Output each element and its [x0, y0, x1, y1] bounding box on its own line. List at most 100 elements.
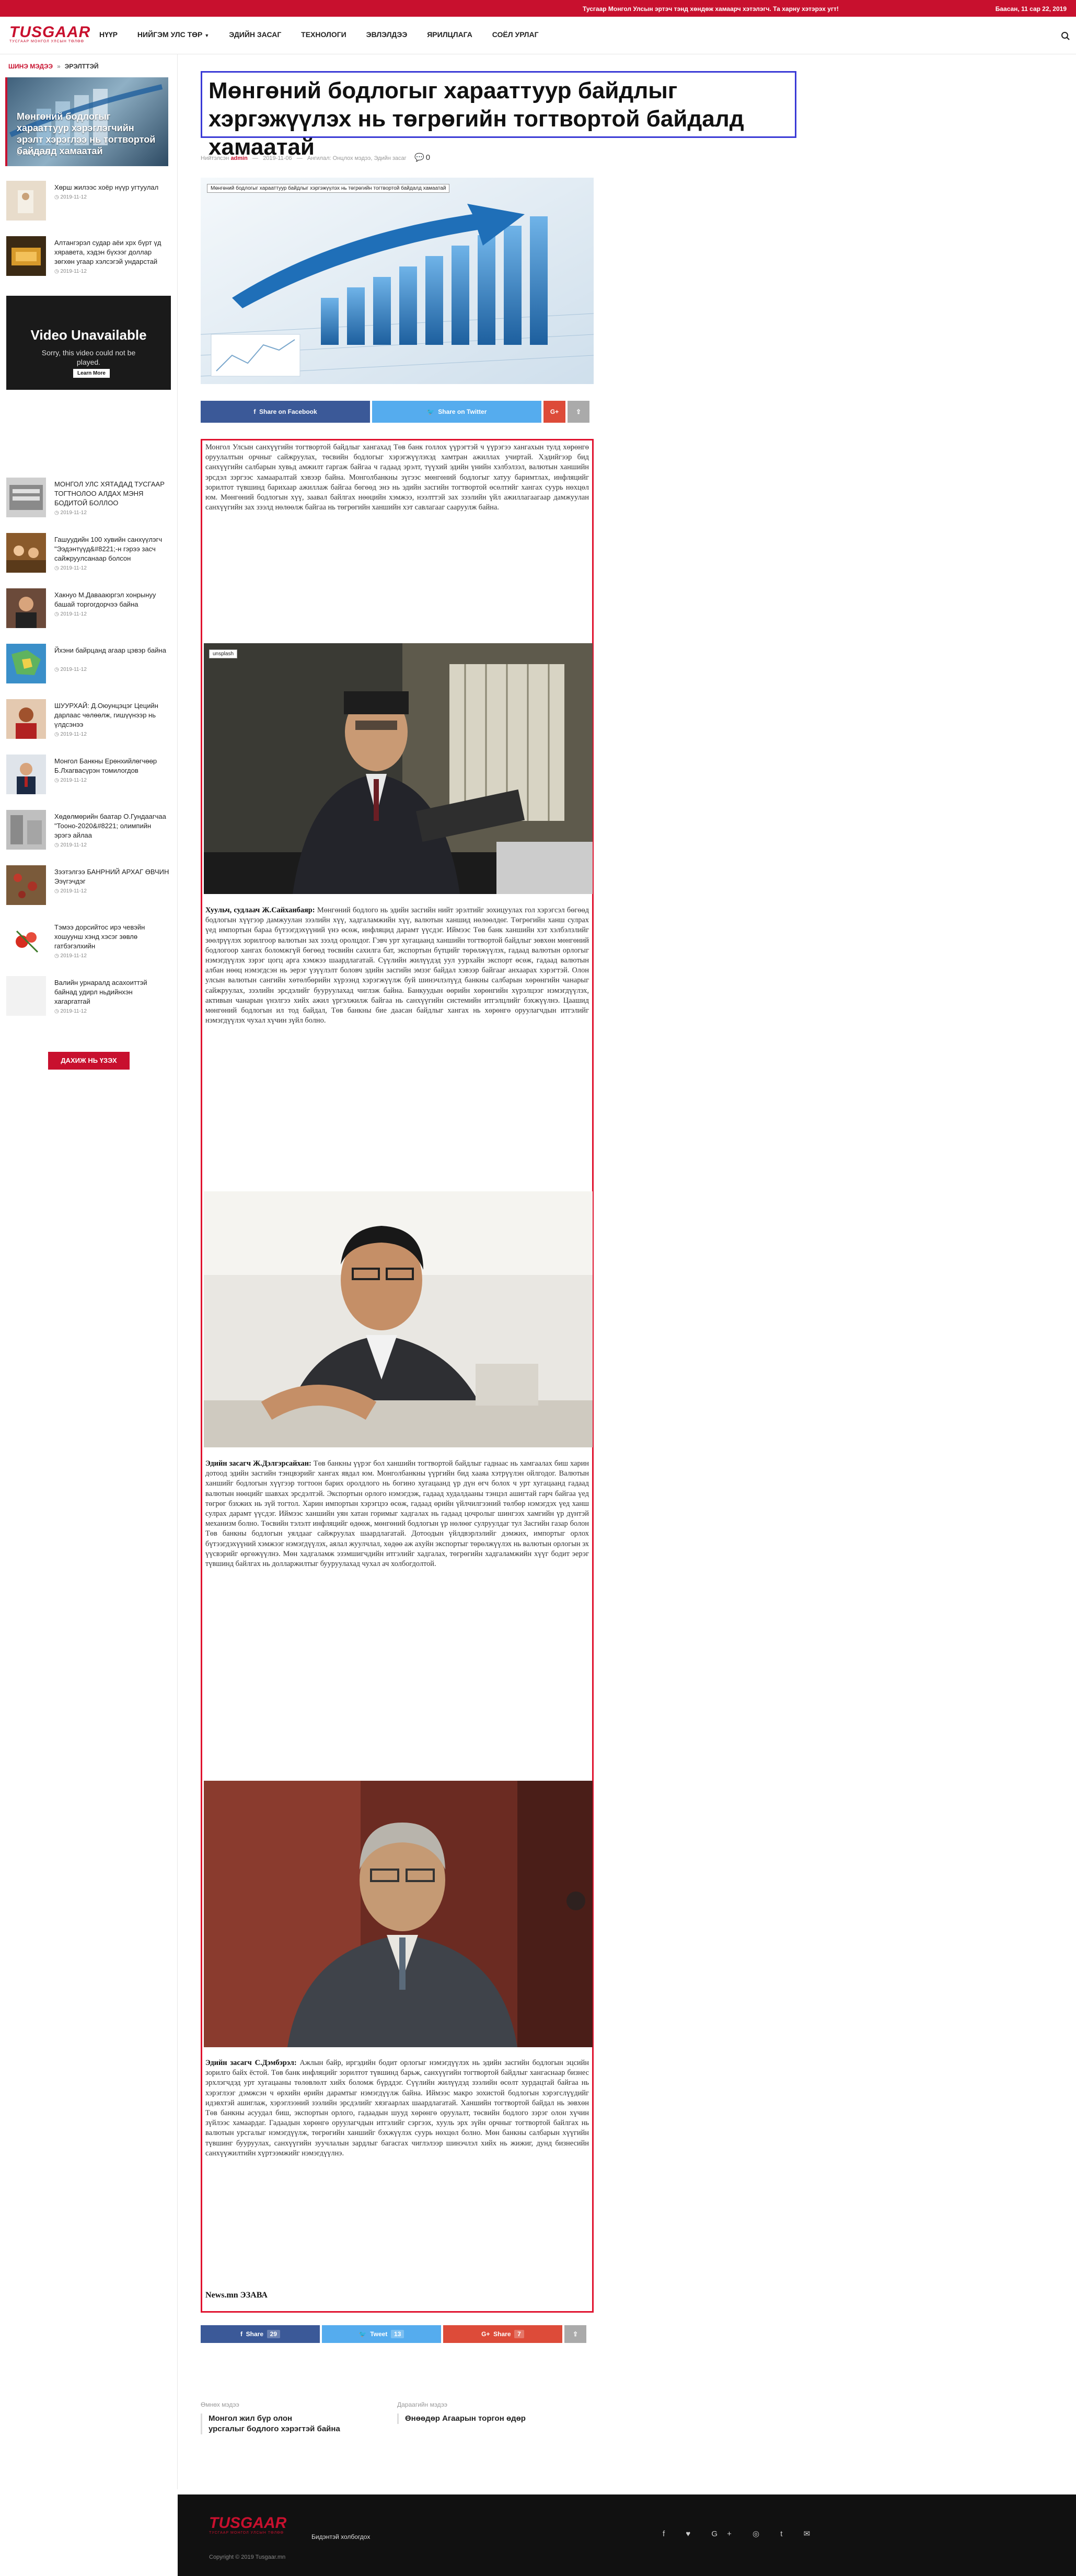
logo-wordmark: TUSGAAR [9, 24, 91, 41]
previous-post[interactable]: Өмнөх мэдээ Монгол жил бүр олон урсгалыг … [201, 2401, 378, 2434]
contact-link[interactable]: Бидэнтэй холбогдох [311, 2533, 370, 2540]
twitter-icon: 🐦 [358, 2330, 367, 2338]
post-thumbnail[interactable] [6, 755, 46, 794]
post-date: ◷ 2019-11-12 [54, 269, 87, 274]
author-link[interactable]: admin [230, 155, 247, 161]
post-date: ◷ 2019-11-12 [54, 510, 87, 516]
list-item[interactable]: МОНГОЛ УЛС ХЯТАДАД ТУСГААР ТОГТНОЛОО АЛД… [6, 478, 173, 519]
list-item[interactable]: Гашуудийн 100 хувийн санхүүлэгч "Ээдэнтү… [6, 533, 173, 575]
nav-item-home[interactable]: НҮҮР [99, 30, 118, 39]
post-thumbnail[interactable] [6, 976, 46, 1016]
video-embed[interactable]: Video Unavailable Sorry, this video coul… [6, 296, 171, 390]
post-date-text: 2019-11-12 [60, 667, 87, 672]
footer-social-icons[interactable]: f ♥ G+ ◎ t ✉ [663, 2529, 819, 2538]
post-thumbnail[interactable] [6, 533, 46, 573]
breadcrumb-home[interactable]: Шинэ мэдээ [8, 63, 53, 70]
photo-interview-1 [204, 643, 593, 894]
post-thumbnail[interactable] [6, 699, 46, 739]
comment-count[interactable]: 0 [426, 153, 430, 162]
post-thumbnail[interactable] [6, 181, 46, 221]
hero-caption: Мөнгөний бодлогыг харааттуур байдлыг хэр… [207, 184, 450, 193]
google-plus-share-label: Share [493, 2330, 511, 2338]
post-title[interactable]: Монгол Банкны Ерөнхийлөгчөөр Б.Лхагвасүр… [54, 757, 169, 775]
list-item[interactable]: Зээтэлгээ БАНРНИЙ АРХАГ ӨВЧИН Ээүгэчдэг … [6, 865, 173, 907]
post-date-text: 2019-11-12 [60, 888, 87, 894]
breadcrumb-current[interactable]: Эрэлттэй [65, 63, 99, 70]
post-thumbnail[interactable] [6, 865, 46, 905]
nav-item-technology[interactable]: ТЕХНОЛОГИ [301, 30, 346, 39]
post-title[interactable]: Зээтэлгээ БАНРНИЙ АРХАГ ӨВЧИН Ээүгэчдэг [54, 867, 169, 886]
post-title[interactable]: Гашуудийн 100 хувийн санхүүлэгч "Ээдэнтү… [54, 535, 169, 563]
facebook-share-button[interactable]: f Share on Facebook [201, 401, 370, 423]
post-title[interactable]: Йхэни байрцанд агаар цэвэр байна [54, 646, 169, 655]
news-ticker[interactable]: Тусгаар Монгол Улсын эртэч тэнд хөндөж х… [583, 5, 839, 13]
post-date: 2019-11-06 [263, 155, 292, 161]
nav-item-society-politics[interactable]: НИЙГЭМ УЛС ТӨР ▼ [137, 30, 209, 39]
list-item[interactable]: ШУУРХАЙ: Д.Оюунцэцэг Цецийн дарлаас чөлө… [6, 699, 173, 741]
post-thumbnail[interactable] [6, 921, 46, 960]
list-item[interactable]: Алтангэрэл судар аёи хрх бүрт үд хяравет… [6, 236, 173, 278]
post-date: ◷ 2019-11-12 [54, 565, 87, 571]
nav-item-discussion[interactable]: ЭВЛЭЛДЭЭ [366, 30, 408, 39]
post-thumbnail[interactable] [6, 588, 46, 628]
post-date: ◷ 2019-11-12 [54, 1008, 87, 1014]
twitter-share-button[interactable]: 🐦 Share on Twitter [372, 401, 541, 423]
google-plus-share-count: 7 [514, 2330, 524, 2338]
footer-tagline: ТУСГААР МОНГОЛ УЛСЫН ТӨЛӨӨ [209, 2531, 284, 2535]
list-item[interactable]: Монгол Банкны Ерөнхийлөгчөөр Б.Лхагвасүр… [6, 755, 173, 796]
previous-post-title[interactable]: Монгол жил бүр олон урсгалыг бодлого хэрэ… [201, 2413, 378, 2434]
post-title[interactable]: Хөрш жилээс хоёр нүүр угтуулал [54, 183, 169, 192]
list-item[interactable]: Валийн урнаралд асахоиттэй байнад удирл … [6, 976, 173, 1018]
more-share-icon[interactable]: ⇪ [568, 401, 589, 423]
nav-item-interview[interactable]: ЯРИЛЦЛАГА [427, 30, 472, 39]
more-share-icon[interactable]: ⇪ [564, 2325, 586, 2343]
list-item[interactable]: Хакнуо М.Давааюргэл хонрынуу башай торго… [6, 588, 173, 630]
post-thumbnail[interactable] [6, 810, 46, 850]
site-logo[interactable]: TUSGAAR ТУСГААР МОНГОЛ УЛСЫН ТӨЛӨӨ [9, 24, 91, 45]
post-title[interactable]: МОНГОЛ УЛС ХЯТАДАД ТУСГААР ТОГТНОЛОО АЛД… [54, 480, 169, 508]
twitter-share-count: 13 [391, 2330, 404, 2338]
category-label: Ангилал: [307, 155, 331, 161]
load-more-button[interactable]: ДАХИЖ НЬ ҮЗЭХ [48, 1052, 130, 1070]
post-title[interactable]: Валийн урнаралд асахоиттэй байнад удирл … [54, 978, 169, 1006]
post-title[interactable]: Тэмээ дорсийтос ирэ чевэйн хошуунш хэнд … [54, 923, 169, 951]
photo-interview-3 [204, 1781, 593, 2047]
share-bar-bottom: f Share 29 🐦 Tweet 13 G+ Share 7 ⇪ [201, 2325, 594, 2343]
top-bar: Тусгаар Монгол Улсын эртэч тэнд хөндөж х… [0, 0, 1076, 17]
post-date-text: 2019-11-12 [60, 732, 87, 737]
post-title[interactable]: ШУУРХАЙ: Д.Оюунцэцэг Цецийн дарлаас чөлө… [54, 701, 169, 729]
facebook-share-button[interactable]: f Share 29 [201, 2325, 320, 2343]
next-post-label: Дараагийн мэдээ [397, 2401, 448, 2408]
twitter-icon: 🐦 [426, 408, 435, 415]
post-title[interactable]: Алтангэрэл судар аёи хрх бүрт үд хяравет… [54, 238, 169, 266]
breadcrumb: Шинэ мэдээ » Эрэлттэй [8, 63, 99, 70]
next-post[interactable]: Дараагийн мэдээ Өнөөдөр Агаарын торгон ө… [397, 2401, 585, 2424]
google-plus-share-button[interactable]: G+ [543, 401, 565, 423]
post-thumbnail[interactable] [6, 644, 46, 683]
category-links[interactable]: Онцлох мэдээ, Эдийн засаг [333, 155, 407, 161]
post-thumbnail[interactable] [6, 478, 46, 517]
list-item[interactable]: Хөдөлмөрийн баатар О.Гундаагчаа "Тооно-2… [6, 810, 173, 852]
nav-item-culture-art[interactable]: СОЁЛ УРЛАГ [492, 30, 539, 39]
post-title[interactable]: Хөдөлмөрийн баатар О.Гундаагчаа "Тооно-2… [54, 812, 169, 840]
featured-title[interactable]: Мөнгөний бодлогыг харааттуур хэрэглэгчий… [17, 111, 163, 157]
video-message-line1: Sorry, this video could not be [41, 349, 136, 357]
sidebar-featured-post[interactable]: Мөнгөний бодлогыг харааттуур хэрэглэгчий… [5, 77, 168, 166]
nav-item-economy[interactable]: ЭДИЙН ЗАСАГ [229, 30, 281, 39]
learn-more-button[interactable]: Learn More [73, 369, 110, 378]
twitter-share-button[interactable]: 🐦 Tweet 13 [322, 2325, 441, 2343]
article-paragraph: Эдийн засагч Ж.Дэлгэрсайхан: Төв банкны … [204, 1459, 591, 1569]
list-item[interactable]: Тэмээ дорсийтос ирэ чевэйн хошуунш хэнд … [6, 921, 173, 962]
post-title[interactable]: Хакнуо М.Давааюргэл хонрынуу башай торго… [54, 590, 169, 609]
comment-icon[interactable]: 💬 [414, 153, 424, 162]
search-icon[interactable] [1061, 31, 1070, 41]
quote-speaker: Эдийн засагч С.Дэмбэрэл: [205, 2059, 297, 2067]
google-plus-share-button[interactable]: G+ Share 7 [443, 2325, 562, 2343]
list-item[interactable]: Йхэни байрцанд агаар цэвэр байна ◷ 2019-… [6, 644, 173, 686]
post-thumbnail[interactable] [6, 236, 46, 276]
nav-item-label: НИЙГЭМ УЛС ТӨР [137, 30, 203, 39]
footer-logo[interactable]: TUSGAAR [209, 2514, 286, 2532]
logo-tagline: ТУСГААР МОНГОЛ УЛСЫН ТӨЛӨӨ [9, 40, 84, 43]
list-item[interactable]: Хөрш жилээс хоёр нүүр угтуулал ◷ 2019-11… [6, 181, 173, 223]
next-post-title[interactable]: Өнөөдөр Агаарын торгон өдөр [397, 2413, 585, 2424]
